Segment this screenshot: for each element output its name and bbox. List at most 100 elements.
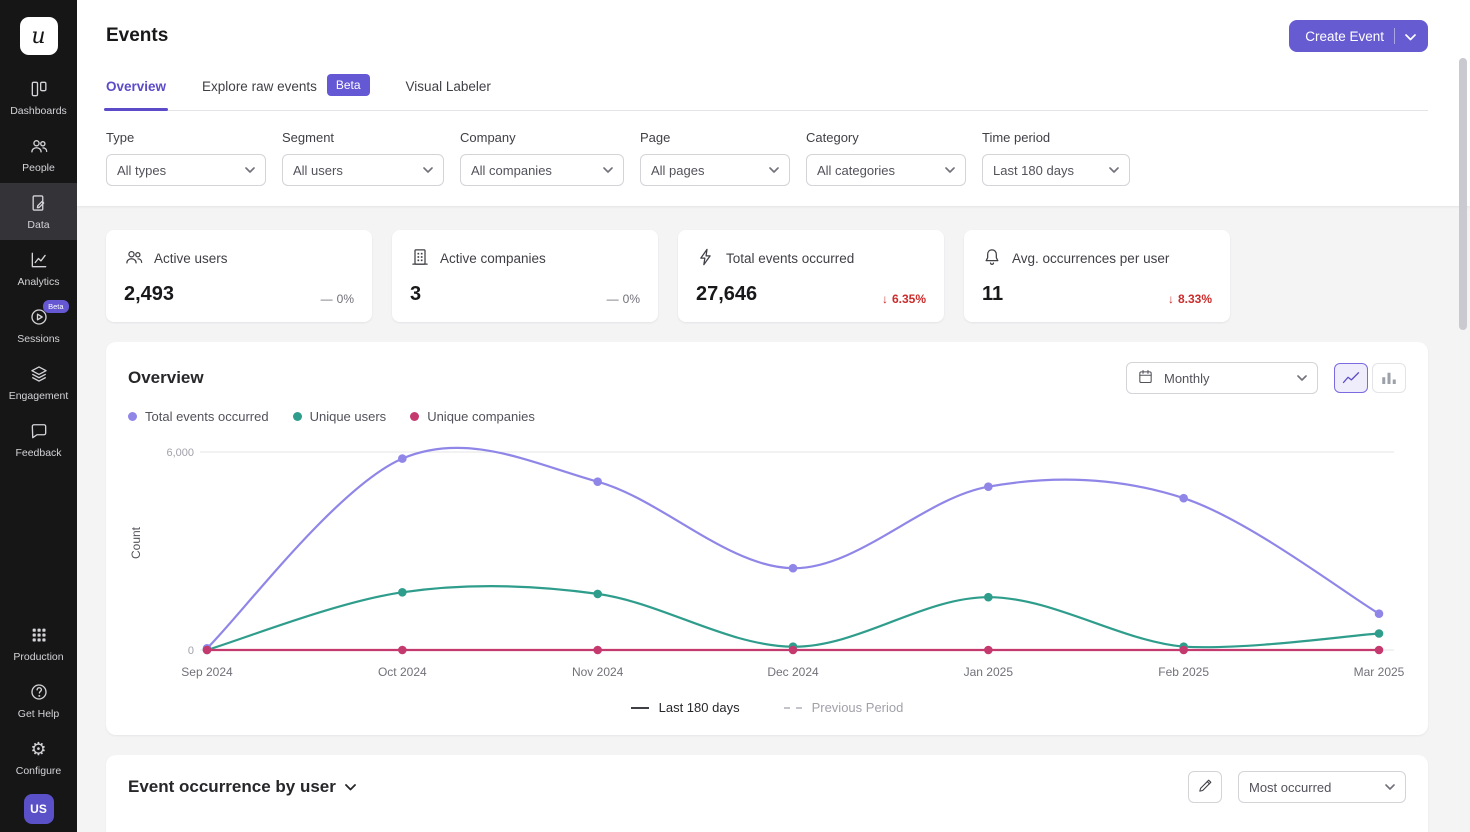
engagement-icon: [29, 364, 49, 384]
sidebar-item-dashboards[interactable]: Dashboards: [0, 69, 77, 126]
tab-label: Visual Labeler: [406, 79, 491, 94]
tab-overview[interactable]: Overview: [106, 77, 166, 110]
stat-title: Active companies: [440, 251, 546, 266]
legend-item[interactable]: Unique users: [293, 409, 387, 424]
legend-previous-period[interactable]: Previous Period: [784, 700, 904, 715]
event-occurrence-title[interactable]: Event occurrence by user: [128, 777, 356, 797]
sidebar-item-production[interactable]: Production: [0, 615, 77, 672]
overview-title: Overview: [128, 368, 204, 388]
filter-segment: Segment All users: [282, 130, 444, 186]
analytics-icon: [29, 250, 49, 270]
sidebar-item-label: Engagement: [9, 390, 69, 402]
page-header: Events Create Event Overview Explore raw…: [77, 0, 1470, 206]
filter-label: Category: [806, 130, 966, 145]
page-filter-select[interactable]: All pages: [640, 154, 790, 186]
gear-icon: ⚙: [29, 739, 49, 759]
sidebar-footer: Production Get Help ⚙ Configure US: [0, 615, 77, 832]
select-value: All pages: [651, 163, 704, 178]
sidebar-item-label: People: [22, 162, 55, 174]
tab-label: Explore raw events: [202, 79, 317, 94]
granularity-select[interactable]: Monthly: [1126, 362, 1318, 394]
filter-label: Company: [460, 130, 624, 145]
filter-company: Company All companies: [460, 130, 624, 186]
sidebar-item-engagement[interactable]: Engagement: [0, 354, 77, 411]
filter-bar: Type All types Segment All users Company…: [106, 111, 1428, 206]
tab-explore-raw-events[interactable]: Explore raw events Beta: [202, 77, 370, 110]
sidebar-item-label: Analytics: [17, 276, 59, 288]
stat-cards: Active users 2,493 —0% Active companies …: [106, 230, 1428, 322]
sidebar-item-label: Production: [13, 651, 63, 663]
time-period-filter-select[interactable]: Last 180 days: [982, 154, 1130, 186]
sidebar-item-configure[interactable]: ⚙ Configure: [0, 729, 77, 786]
dashed-line-sample: [784, 707, 802, 709]
legend-current-period[interactable]: Last 180 days: [631, 700, 740, 715]
stat-card-active-users: Active users 2,493 —0%: [106, 230, 372, 322]
sidebar-item-label: Get Help: [18, 708, 59, 720]
filter-category: Category All categories: [806, 130, 966, 186]
create-event-label: Create Event: [1305, 29, 1384, 44]
category-filter-select[interactable]: All categories: [806, 154, 966, 186]
edit-button[interactable]: [1188, 771, 1222, 803]
stat-change: —0%: [607, 292, 640, 306]
scrollbar-thumb[interactable]: [1459, 58, 1467, 330]
stat-value: 3: [410, 283, 421, 306]
filter-time-period: Time period Last 180 days: [982, 130, 1130, 186]
svg-text:Sep 2024: Sep 2024: [181, 665, 233, 679]
bell-icon: [982, 247, 1002, 270]
legend-label: Last 180 days: [659, 700, 740, 715]
tab-visual-labeler[interactable]: Visual Labeler: [406, 77, 491, 110]
create-event-button[interactable]: Create Event: [1289, 20, 1428, 52]
svg-text:Mar 2025: Mar 2025: [1354, 665, 1405, 679]
svg-text:Oct 2024: Oct 2024: [378, 665, 427, 679]
stat-change: —0%: [321, 292, 354, 306]
legend-item[interactable]: Total events occurred: [128, 409, 269, 424]
stat-title: Active users: [154, 251, 228, 266]
stat-title: Total events occurred: [726, 251, 854, 266]
sidebar-item-people[interactable]: People: [0, 126, 77, 183]
solid-line-sample: [631, 707, 649, 709]
app: { "sidebar": { "logo_text": "u", "items"…: [0, 0, 1470, 832]
chevron-down-icon: [1385, 784, 1395, 790]
app-logo[interactable]: u: [20, 17, 58, 55]
help-icon: [29, 682, 49, 702]
svg-text:Jan 2025: Jan 2025: [964, 665, 1014, 679]
type-filter-select[interactable]: All types: [106, 154, 266, 186]
filter-label: Time period: [982, 130, 1130, 145]
select-value: All categories: [817, 163, 895, 178]
arrow-down-icon: ↓: [1168, 292, 1174, 306]
legend-item[interactable]: Unique companies: [410, 409, 535, 424]
svg-text:Feb 2025: Feb 2025: [1158, 665, 1209, 679]
select-value: All types: [117, 163, 166, 178]
calendar-icon: [1137, 368, 1154, 388]
chevron-down-icon: [245, 167, 255, 173]
sidebar-item-analytics[interactable]: Analytics: [0, 240, 77, 297]
stat-card-total-events: Total events occurred 27,646 ↓6.35%: [678, 230, 944, 322]
sidebar-item-sessions[interactable]: Beta Sessions: [0, 297, 77, 354]
line-chart-toggle[interactable]: [1334, 363, 1368, 393]
sidebar-nav: Dashboards People Data Analytics Beta: [0, 69, 77, 468]
sidebar-item-feedback[interactable]: Feedback: [0, 411, 77, 468]
sidebar-item-get-help[interactable]: Get Help: [0, 672, 77, 729]
svg-text:Nov 2024: Nov 2024: [572, 665, 624, 679]
filter-page: Page All pages: [640, 130, 790, 186]
bar-chart-toggle[interactable]: [1372, 363, 1406, 393]
filter-label: Page: [640, 130, 790, 145]
y-axis-label: Count: [129, 527, 143, 559]
page-title: Events: [106, 25, 168, 47]
main-content: Events Create Event Overview Explore raw…: [77, 0, 1470, 832]
data-icon: [29, 193, 49, 213]
sidebar-item-data[interactable]: Data: [0, 183, 77, 240]
sort-select[interactable]: Most occurred: [1238, 771, 1406, 803]
overview-card: Overview Monthly Total events occurred Un…: [106, 342, 1428, 735]
building-icon: [410, 247, 430, 270]
stat-value: 2,493: [124, 283, 174, 306]
segment-filter-select[interactable]: All users: [282, 154, 444, 186]
sessions-icon: Beta: [29, 307, 49, 327]
filter-label: Type: [106, 130, 266, 145]
user-avatar[interactable]: US: [24, 794, 54, 824]
sidebar-item-label: Feedback: [15, 447, 61, 459]
sidebar-item-label: Sessions: [17, 333, 60, 345]
tabs: Overview Explore raw events Beta Visual …: [106, 77, 1428, 111]
company-filter-select[interactable]: All companies: [460, 154, 624, 186]
stat-change: ↓8.33%: [1168, 292, 1212, 306]
